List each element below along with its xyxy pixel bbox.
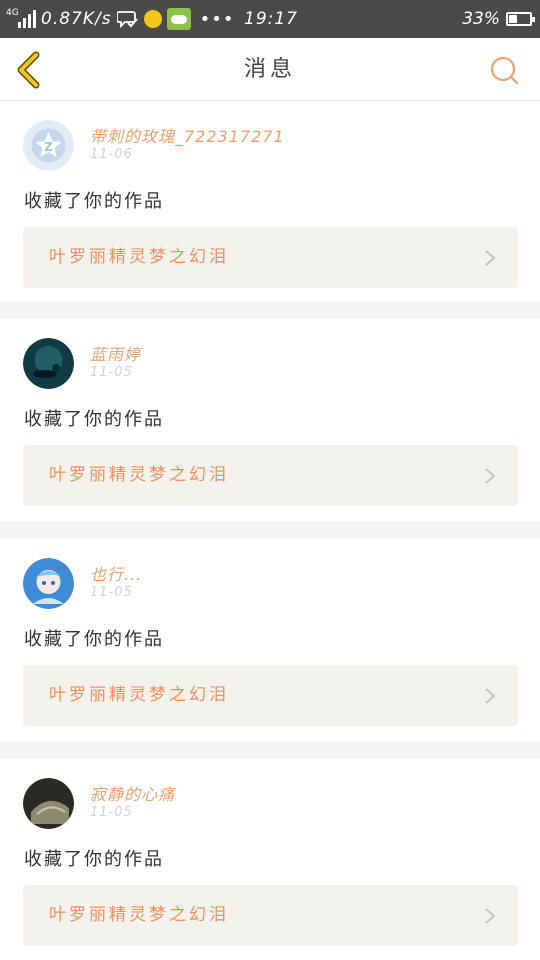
- message-text: 收藏了你的作品: [24, 191, 164, 212]
- message-card: 也行... 11-05 收藏了你的作品 叶罗丽精灵梦之幻泪: [0, 539, 540, 741]
- wechat-icon: [116, 11, 138, 29]
- more-notifications-icon: •••: [199, 8, 235, 30]
- message-card: 寂静的心痛 11-05 收藏了你的作品 叶罗丽精灵梦之幻泪: [0, 759, 540, 960]
- status-bar: 4G 0.87K/s ••• 19:17 33%: [0, 0, 540, 38]
- work-title: 叶罗丽精灵梦之幻泪: [49, 685, 229, 705]
- user-name[interactable]: 带刺的玫瑰_722317271: [90, 123, 285, 147]
- message-list: Z 带刺的玫瑰_722317271 11-06 收藏了你的作品 叶罗丽精灵梦之幻…: [0, 101, 540, 960]
- user-name[interactable]: 寂静的心痛: [90, 781, 175, 805]
- user-name[interactable]: 蓝雨婷: [90, 341, 141, 365]
- coin-icon: [143, 10, 162, 28]
- network-type: 4G: [6, 8, 19, 18]
- battery-percent: 33%: [462, 9, 500, 29]
- work-link[interactable]: 叶罗丽精灵梦之幻泪: [23, 227, 518, 288]
- message-date: 11-06: [90, 147, 133, 162]
- work-title: 叶罗丽精灵梦之幻泪: [49, 247, 229, 267]
- avatar[interactable]: Z: [23, 120, 74, 171]
- message-text: 收藏了你的作品: [24, 849, 164, 870]
- chevron-right-icon: [485, 250, 496, 266]
- avatar[interactable]: [23, 558, 74, 609]
- chevron-right-icon: [485, 688, 496, 704]
- work-title: 叶罗丽精灵梦之幻泪: [49, 465, 229, 485]
- user-name[interactable]: 也行...: [90, 561, 142, 585]
- message-date: 11-05: [90, 805, 133, 820]
- work-link[interactable]: 叶罗丽精灵梦之幻泪: [23, 665, 518, 726]
- message-card: 蓝雨婷 11-05 收藏了你的作品 叶罗丽精灵梦之幻泪: [0, 319, 540, 521]
- work-title: 叶罗丽精灵梦之幻泪: [49, 905, 229, 925]
- search-icon[interactable]: [488, 54, 520, 86]
- signal-icon: 4G: [6, 8, 36, 28]
- work-link[interactable]: 叶罗丽精灵梦之幻泪: [23, 445, 518, 506]
- network-speed: 0.87K/s: [41, 9, 112, 29]
- message-date: 11-05: [90, 365, 133, 380]
- svg-text:Z: Z: [44, 140, 53, 154]
- message-date: 11-05: [90, 585, 133, 600]
- clock: 19:17: [244, 9, 298, 29]
- avatar[interactable]: [23, 778, 74, 829]
- work-link[interactable]: 叶罗丽精灵梦之幻泪: [23, 885, 518, 946]
- message-text: 收藏了你的作品: [24, 629, 164, 650]
- message-card: Z 带刺的玫瑰_722317271 11-06 收藏了你的作品 叶罗丽精灵梦之幻…: [0, 101, 540, 301]
- page-title: 消息: [243, 57, 296, 82]
- message-text: 收藏了你的作品: [24, 409, 164, 430]
- game-icon: [166, 8, 191, 30]
- avatar[interactable]: [23, 338, 74, 389]
- chevron-right-icon: [485, 908, 496, 924]
- battery-icon: [506, 12, 535, 26]
- top-nav-bar: 消息: [0, 38, 540, 101]
- chevron-right-icon: [485, 468, 496, 484]
